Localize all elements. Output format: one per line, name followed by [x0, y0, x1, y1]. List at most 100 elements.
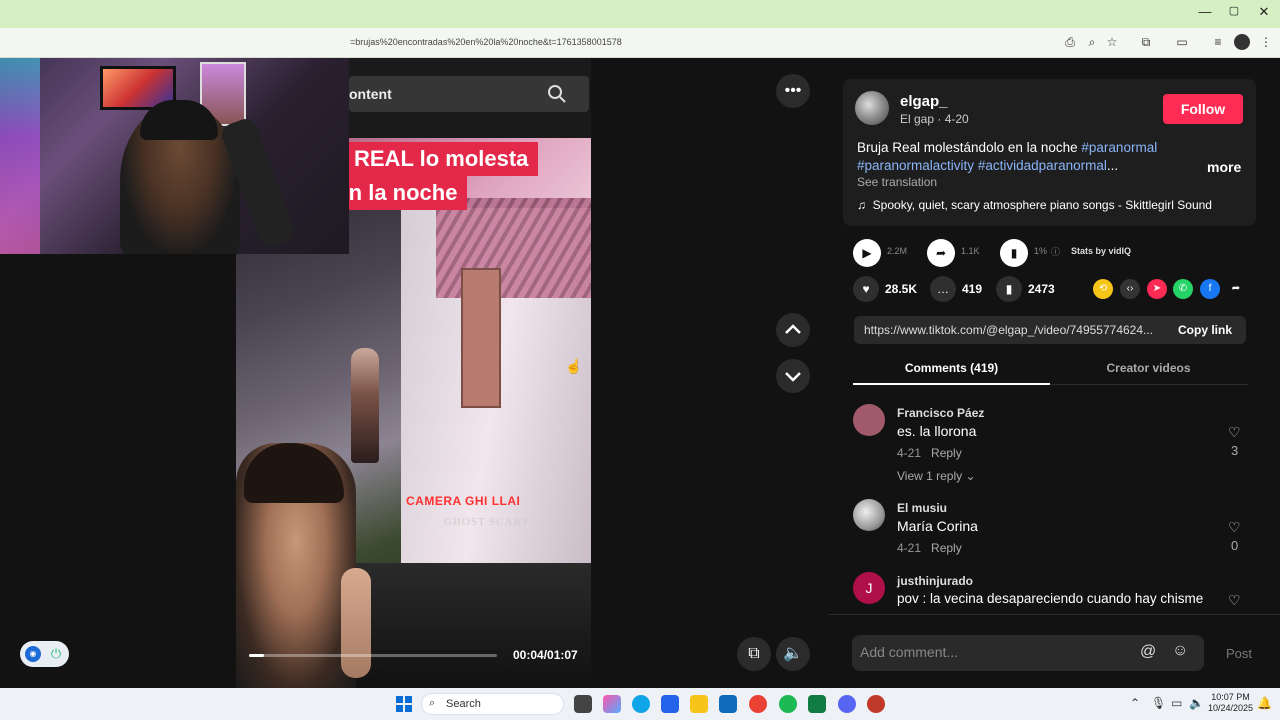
- edge-icon[interactable]: [632, 695, 650, 713]
- discord-icon[interactable]: [838, 695, 856, 713]
- view-replies-button[interactable]: View 1 reply ⌄: [897, 469, 976, 483]
- post-description: Bruja Real molestándolo en la noche #par…: [857, 140, 1158, 173]
- hashtag[interactable]: #paranormalactivity: [857, 158, 974, 173]
- next-video-button[interactable]: [776, 359, 810, 393]
- chrome-icon[interactable]: [749, 695, 767, 713]
- reply-button[interactable]: Reply: [931, 541, 962, 555]
- commenter-avatar[interactable]: J: [853, 572, 885, 604]
- extensions-icon[interactable]: ⧉: [1138, 34, 1154, 50]
- file-explorer-icon[interactable]: [690, 695, 708, 713]
- app-icon[interactable]: [867, 695, 885, 713]
- bookmark-star-icon[interactable]: ☆: [1104, 34, 1120, 50]
- commenter-name[interactable]: El musiu: [897, 501, 947, 515]
- chevron-up-icon: [785, 324, 801, 334]
- creator-avatar[interactable]: [855, 91, 889, 125]
- search-icon: ⌕: [429, 697, 436, 709]
- repost-icon[interactable]: ⟲: [1093, 279, 1113, 299]
- maximize-button[interactable]: ▢: [1224, 4, 1244, 17]
- embed-code-icon[interactable]: ‹›: [1120, 279, 1140, 299]
- caption-line-1: REAL lo molesta: [344, 142, 539, 176]
- emoji-icon[interactable]: ☺: [1172, 642, 1188, 660]
- volume-button[interactable]: 🔈: [776, 637, 810, 671]
- info-icon[interactable]: ⓘ: [1051, 245, 1060, 258]
- follow-button[interactable]: Follow: [1163, 94, 1243, 124]
- address-bar[interactable]: =brujas%20encontradas%20en%20la%20noche&…: [0, 28, 1280, 58]
- action-row: ♥ 28.5K … 419 ▮ 2473 ⟲ ‹› ➤ ✆ f ➦: [853, 276, 1253, 306]
- play-icon: ▶: [853, 239, 881, 267]
- task-view-icon[interactable]: [574, 695, 592, 713]
- more-button[interactable]: more: [1207, 159, 1241, 175]
- creator-username[interactable]: elgap_: [900, 93, 948, 110]
- browser-titlebar: — ▢ ✕: [0, 0, 1280, 28]
- tab-creator-videos[interactable]: Creator videos: [1050, 361, 1247, 375]
- zoom-icon[interactable]: ⌕: [1084, 34, 1100, 50]
- video-link-url[interactable]: https://www.tiktok.com/@elgap_/video/749…: [864, 323, 1164, 337]
- views-count: 2.2M: [887, 246, 908, 256]
- microphone-icon[interactable]: 🎙: [1151, 696, 1166, 710]
- see-translation-link[interactable]: See translation: [857, 175, 937, 189]
- video-progress-bar[interactable]: [249, 654, 497, 657]
- whatsapp-icon[interactable]: ✆: [1173, 279, 1193, 299]
- system-clock[interactable]: 10:07 PM 10/24/2025: [1208, 692, 1253, 714]
- speaker-icon[interactable]: 🔈: [1189, 696, 1204, 710]
- spotify-icon[interactable]: [779, 695, 797, 713]
- pip-button[interactable]: ⧉: [737, 637, 771, 671]
- add-comment-placeholder: Add comment...: [860, 644, 959, 660]
- commenter-name[interactable]: justhinjurado: [897, 574, 973, 588]
- comment-meta: 4-21 Reply: [897, 541, 962, 555]
- share-more-icon[interactable]: ➦: [1226, 279, 1246, 299]
- tray-chevron-up-icon[interactable]: ⌃: [1130, 696, 1140, 710]
- sound-link[interactable]: ♫ Spooky, quiet, scary atmosphere piano …: [857, 198, 1212, 212]
- search-bar[interactable]: ontent: [349, 76, 589, 112]
- add-comment-input[interactable]: Add comment... @ ☺: [852, 635, 1204, 671]
- engagement-percent: 1%: [1034, 246, 1048, 256]
- excel-icon[interactable]: [808, 695, 826, 713]
- extension-logo-icon: ◉: [25, 646, 41, 662]
- hashtag[interactable]: #actividadparanormal: [978, 158, 1107, 173]
- hashtag[interactable]: #paranormal: [1081, 140, 1157, 155]
- reading-list-icon[interactable]: ≡: [1210, 34, 1226, 50]
- install-app-icon[interactable]: ⎙: [1062, 34, 1078, 50]
- creator-finger: [341, 568, 371, 678]
- search-icon[interactable]: [545, 82, 569, 106]
- store-icon[interactable]: [661, 695, 679, 713]
- comment-like-icon[interactable]: ♡: [1228, 519, 1241, 536]
- comment-item: J justhinjurado pov : la vecina desapare…: [853, 572, 1248, 612]
- notification-bell-icon[interactable]: 🔔: [1257, 696, 1272, 710]
- active-tab-indicator: [853, 383, 1050, 385]
- cast-icon[interactable]: ▭: [1174, 34, 1190, 50]
- extension-toggle[interactable]: ◉ ⏻: [20, 641, 69, 667]
- streamer-webcam: [0, 58, 349, 254]
- commenter-name[interactable]: Francisco Páez: [897, 406, 984, 420]
- windows-start-icon[interactable]: [396, 696, 412, 712]
- send-icon[interactable]: ➤: [1147, 279, 1167, 299]
- close-button[interactable]: ✕: [1254, 4, 1274, 20]
- video-info-panel: elgap_ El gap · 4-20 Follow Bruja Real m…: [828, 58, 1280, 688]
- bookmark-icon[interactable]: ▮: [996, 276, 1022, 302]
- power-icon[interactable]: ⏻: [48, 646, 64, 662]
- commenter-avatar[interactable]: [853, 499, 885, 531]
- mention-icon[interactable]: @: [1140, 643, 1156, 661]
- comment-like-icon[interactable]: ♡: [1228, 592, 1241, 609]
- comment-icon[interactable]: …: [930, 276, 956, 302]
- copilot-icon[interactable]: [603, 695, 621, 713]
- tab-comments[interactable]: Comments (419): [853, 361, 1050, 375]
- post-comment-button[interactable]: Post: [1226, 646, 1252, 661]
- screen: — ▢ ✕ =brujas%20encontradas%20en%20la%20…: [0, 0, 1280, 720]
- url-text[interactable]: =brujas%20encontradas%20en%20la%20noche&…: [350, 37, 622, 47]
- menu-dots-icon[interactable]: ⋮: [1258, 34, 1274, 50]
- like-heart-icon[interactable]: ♥: [853, 276, 879, 302]
- minimize-button[interactable]: —: [1195, 4, 1215, 19]
- copy-link-button[interactable]: Copy link: [1178, 323, 1232, 337]
- comment-like-count: 0: [1231, 538, 1239, 553]
- facebook-icon[interactable]: f: [1200, 279, 1220, 299]
- outlook-icon[interactable]: [719, 695, 737, 713]
- commenter-avatar[interactable]: [853, 404, 885, 436]
- taskbar-search[interactable]: ⌕ Search: [421, 693, 564, 715]
- more-options-button[interactable]: •••: [776, 74, 810, 108]
- previous-video-button[interactable]: [776, 313, 810, 347]
- profile-avatar[interactable]: [1234, 34, 1250, 50]
- network-icon[interactable]: ▭: [1171, 696, 1182, 710]
- comment-like-icon[interactable]: ♡: [1228, 424, 1241, 441]
- reply-button[interactable]: Reply: [931, 446, 962, 460]
